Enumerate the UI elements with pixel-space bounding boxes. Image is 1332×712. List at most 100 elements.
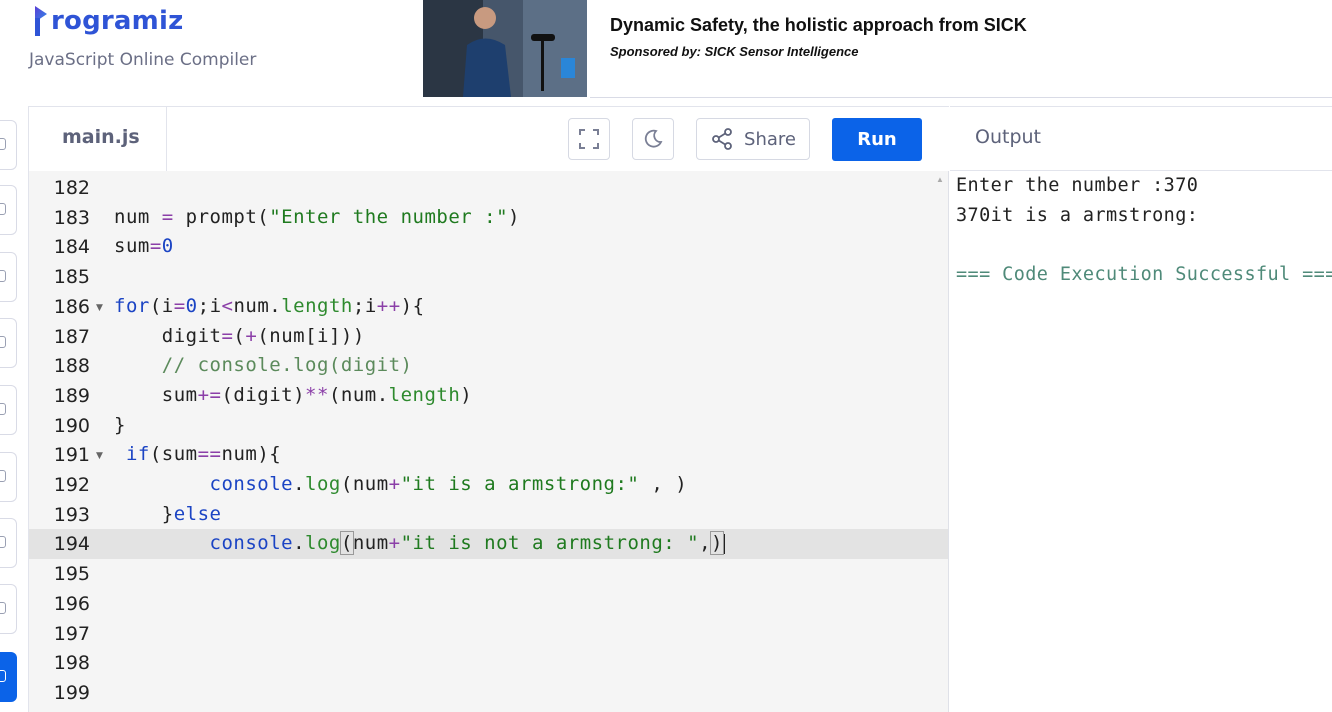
gutter: 195: [29, 559, 109, 589]
share-button[interactable]: Share: [696, 118, 810, 160]
code-text[interactable]: for(i=0;i<num.length;i++){: [114, 295, 425, 317]
code-line[interactable]: 188 // console.log(digit): [29, 351, 948, 381]
code-text[interactable]: }: [114, 414, 126, 436]
lang-icon: [0, 403, 6, 415]
page-subtitle: JavaScript Online Compiler: [29, 50, 257, 70]
run-button[interactable]: Run: [832, 118, 922, 161]
lang-icon: [0, 138, 6, 150]
tab-main-js[interactable]: main.js: [29, 107, 167, 172]
line-number: 182: [53, 177, 90, 199]
code-line[interactable]: 184 sum=0: [29, 232, 948, 262]
fold-arrow-icon[interactable]: ▼: [96, 451, 103, 461]
code-line[interactable]: 182: [29, 173, 948, 203]
line-number: 187: [53, 325, 90, 348]
sidebar-lang-button-javascript[interactable]: [0, 652, 17, 702]
lang-icon: [0, 270, 6, 282]
code-line[interactable]: 183 num = prompt("Enter the number :"): [29, 203, 948, 233]
line-number: 188: [53, 355, 90, 378]
code-line[interactable]: 199: [29, 678, 948, 708]
gutter: 188: [29, 351, 109, 381]
line-number: 199: [53, 681, 90, 704]
code-text[interactable]: console.log(num+"it is not a armstrong: …: [114, 531, 725, 556]
line-number: 189: [53, 384, 90, 407]
expand-icon: [579, 129, 599, 149]
line-number: 194: [53, 533, 90, 556]
sidebar-lang-button-5[interactable]: [0, 385, 17, 435]
code-text[interactable]: sum=0: [114, 235, 174, 257]
code-text[interactable]: console.log(num+"it is a armstrong:" , ): [114, 473, 687, 495]
sidebar-lang-button-3[interactable]: [0, 252, 17, 302]
sidebar-lang-button-4[interactable]: [0, 318, 17, 368]
code-text[interactable]: }else: [114, 503, 221, 525]
output-console[interactable]: Enter the number :370 370it is a armstro…: [950, 171, 1332, 712]
gutter: 186 ▼: [29, 292, 109, 322]
ad-thumbnail[interactable]: [423, 0, 587, 97]
sidebar-lang-button-8[interactable]: [0, 584, 17, 634]
lang-icon: [0, 602, 6, 614]
gutter: 182: [29, 173, 109, 203]
sidebar-lang-button-1[interactable]: [0, 120, 17, 170]
code-line[interactable]: 195: [29, 559, 948, 589]
gutter: 197: [29, 619, 109, 649]
ad-sponsor: Sponsored by: SICK Sensor Intelligence: [610, 44, 859, 59]
line-number: 185: [53, 266, 90, 289]
js-icon: [0, 670, 6, 682]
code-line[interactable]: 192 console.log(num+"it is a armstrong:"…: [29, 470, 948, 500]
text-cursor: [723, 533, 725, 554]
line-number: 197: [53, 622, 90, 645]
code-line[interactable]: 190 }: [29, 411, 948, 441]
file-tab-label: main.js: [62, 126, 140, 148]
code-line[interactable]: 197: [29, 619, 948, 649]
code-text[interactable]: // console.log(digit): [114, 354, 412, 376]
line-number: 193: [53, 503, 90, 526]
logo-mark-icon: [35, 6, 47, 36]
gutter: 183: [29, 203, 109, 233]
code-line[interactable]: 198: [29, 648, 948, 678]
lang-icon: [0, 536, 6, 548]
code-editor[interactable]: ▲ 182 183 num = prompt("Enter the number…: [29, 171, 949, 712]
line-number: 190: [53, 414, 90, 437]
gutter: 198: [29, 648, 109, 678]
fullscreen-button[interactable]: [568, 118, 610, 160]
code-line[interactable]: 186 ▼ for(i=0;i<num.length;i++){: [29, 292, 948, 322]
gutter: 184: [29, 232, 109, 262]
gutter: 187: [29, 322, 109, 352]
code-line[interactable]: 191 ▼ if(sum==num){: [29, 440, 948, 470]
code-line[interactable]: 196: [29, 589, 948, 619]
gutter: 190: [29, 411, 109, 441]
fold-arrow-icon[interactable]: ▼: [96, 303, 103, 313]
code-text[interactable]: sum+=(digit)**(num.length): [114, 384, 472, 406]
editor-toolbar: main.js Share Run: [29, 106, 949, 172]
code-line[interactable]: 187 digit=(+(num[i])): [29, 322, 948, 352]
sidebar-lang-button-7[interactable]: [0, 518, 17, 568]
lang-icon: [0, 203, 6, 215]
code-line[interactable]: 193 }else: [29, 500, 948, 530]
code-line[interactable]: 189 sum+=(digit)**(num.length): [29, 381, 948, 411]
theme-toggle-button[interactable]: [632, 118, 674, 160]
gutter: 185: [29, 262, 109, 292]
code-text[interactable]: if(sum==num){: [114, 443, 281, 465]
share-icon: [712, 128, 732, 150]
top-header: rogramiz JavaScript Online Compiler Dyna…: [0, 0, 1332, 106]
lang-icon: [0, 336, 6, 348]
ad-title[interactable]: Dynamic Safety, the holistic approach fr…: [610, 15, 1027, 36]
gutter: 193: [29, 500, 109, 530]
code-text[interactable]: num = prompt("Enter the number :"): [114, 206, 520, 228]
code-line[interactable]: 185: [29, 262, 948, 292]
code-line-active[interactable]: 194 console.log(num+"it is not a armstro…: [29, 529, 948, 560]
header-divider: [590, 97, 1332, 98]
moon-icon: [644, 129, 663, 148]
gutter: 192: [29, 470, 109, 500]
output-header: Output: [950, 106, 1332, 171]
sidebar-lang-button-2[interactable]: [0, 185, 17, 235]
gutter: 189: [29, 381, 109, 411]
code-text[interactable]: digit=(+(num[i])): [114, 325, 365, 347]
line-number: 183: [53, 206, 90, 229]
sidebar-lang-button-6[interactable]: [0, 452, 17, 502]
programiz-logo[interactable]: rogramiz: [33, 4, 183, 38]
execution-status: === Code Execution Successful ===: [956, 264, 1332, 285]
logo-text: rogramiz: [51, 6, 184, 36]
gutter: 199: [29, 678, 109, 708]
line-number: 192: [53, 474, 90, 496]
ad-video-image: [423, 0, 587, 97]
